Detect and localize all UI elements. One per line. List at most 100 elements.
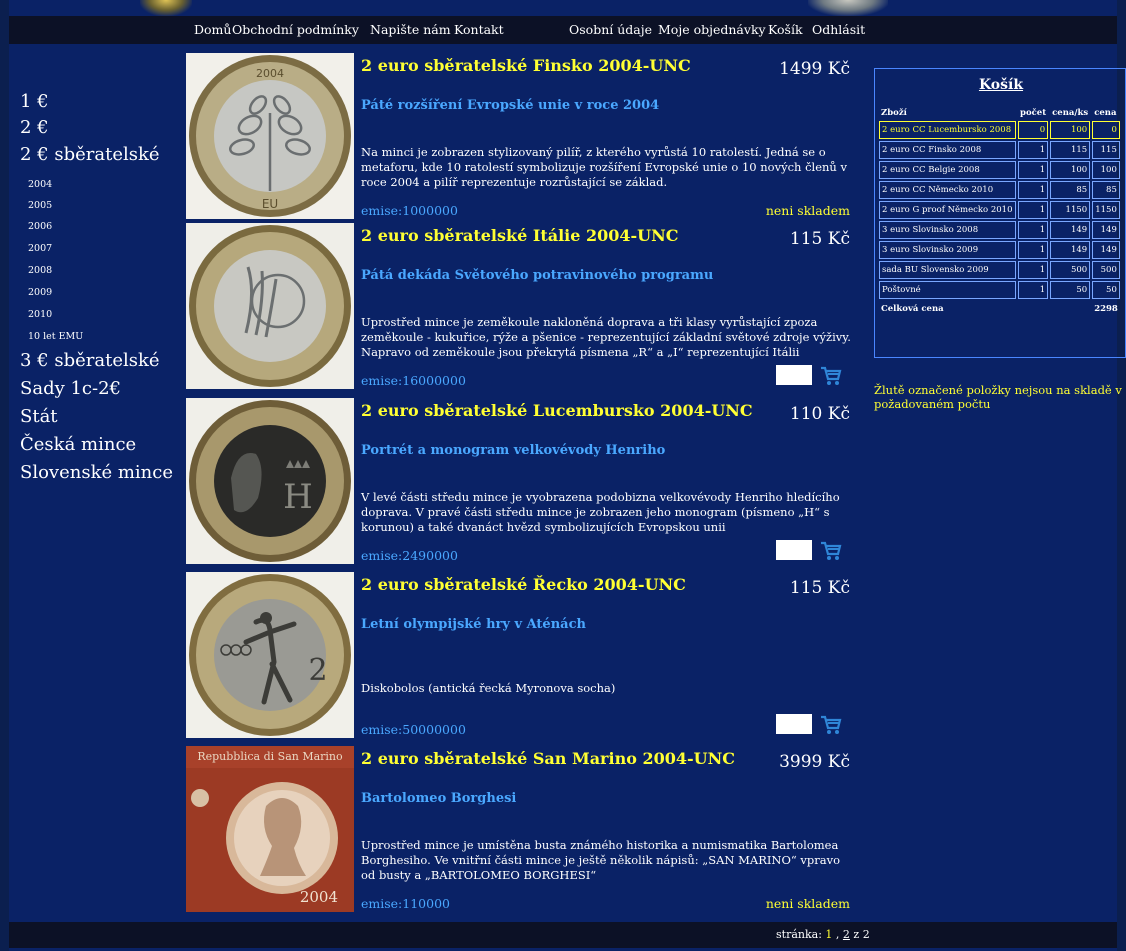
menu-year-2008[interactable]: 2008 [28,265,52,276]
menu-year-2005[interactable]: 2005 [28,200,52,211]
menu-year-2004[interactable]: 2004 [28,179,52,190]
product-finland: 2004 EU 2 euro sběratelské Finsko 2004-U… [186,53,856,228]
footer-bar [9,922,1117,948]
menu-item-3-euro-collector[interactable]: 3 € sběratelské [20,350,160,371]
add-to-cart-icon[interactable] [820,715,842,735]
product-description: Na minci je zobrazen stylizovaný pilíř, … [361,145,847,189]
pagination-page-2-link[interactable]: 2 [843,928,850,941]
coin-image-finland[interactable]: 2004 EU [186,53,354,219]
cart-cell-qty: 1 [1018,161,1049,179]
cart-cell-item: Poštovné [879,281,1016,299]
product-luxembourg: H 2 euro sběratelské Lucembursko 2004-UN… [186,398,856,573]
cart-row: sada BU Slovensko 2009 1 500 500 [879,261,1120,279]
menu-item-2-euro[interactable]: 2 € [20,117,49,138]
cart-cell-price: 500 [1092,261,1120,279]
cart-title[interactable]: Košík [875,77,1126,93]
cart-panel: Košík Zboží počet cena/ks cena 2 euro CC… [874,68,1126,358]
nav-orders-link[interactable]: Moje objednávky [658,22,766,37]
menu-item-sets[interactable]: Sady 1c-2€ [20,378,121,399]
cart-cell-item: 3 euro Slovinsko 2009 [879,241,1016,259]
add-to-cart-icon[interactable] [820,366,842,386]
product-description: Uprostřed mince je umístěna busta známéh… [361,838,841,882]
product-subtitle: Páté rozšíření Evropské unie v roce 2004 [361,98,660,113]
product-title[interactable]: 2 euro sběratelské San Marino 2004-UNC [361,749,735,768]
cart-row: 2 euro CC Lucembursko 2008 0 100 0 [879,121,1120,139]
cart-cell-unit-price: 149 [1050,241,1091,259]
product-italy: 2 euro sběratelské Itálie 2004-UNC 115 K… [186,223,856,398]
pagination-current-page: 1 [825,928,833,941]
cart-cell-unit-price: 1150 [1050,201,1091,219]
cart-row: 2 euro CC Finsko 2008 1 115 115 [879,141,1120,159]
product-title[interactable]: 2 euro sběratelské Itálie 2004-UNC [361,226,678,245]
cart-col-qty: počet [1020,108,1047,118]
cart-cell-qty: 1 [1018,201,1049,219]
cart-cell-qty: 1 [1018,281,1049,299]
cart-col-item: Zboží [881,108,907,118]
menu-item-2-euro-collector[interactable]: 2 € sběratelské [20,144,160,165]
coin-image-san-marino[interactable]: Repubblica di San Marino 2004 [186,746,354,912]
pagination-label: stránka: [776,928,822,941]
cart-col-unit: cena/ks [1052,108,1089,118]
product-title[interactable]: 2 euro sběratelské Řecko 2004-UNC [361,575,686,594]
menu-year-2010[interactable]: 2010 [28,309,52,320]
nav-personal-link[interactable]: Osobní údaje [569,22,652,37]
nav-contact-link[interactable]: Kontakt [454,22,504,37]
product-title[interactable]: 2 euro sběratelské Lucembursko 2004-UNC [361,401,753,420]
add-to-cart-icon[interactable] [820,541,842,561]
cart-cell-unit-price: 115 [1050,141,1091,159]
nav-logout-link[interactable]: Odhlásit [812,22,865,37]
nav-terms-link[interactable]: Obchodní podmínky [232,22,359,37]
menu-year-2009[interactable]: 2009 [28,287,52,298]
cart-col-price: cena [1094,108,1117,118]
product-subtitle: Bartolomeo Borghesi [361,791,517,806]
menu-item-slovak-coins[interactable]: Slovenské mince [20,462,173,483]
cart-cell-price: 100 [1092,161,1120,179]
product-out-of-stock: neni skladem [765,203,850,218]
product-description: Uprostřed mince je zeměkoule nakloněná d… [361,315,851,359]
cart-total-value: 2298 [1094,304,1118,314]
coin-value-text: 2 [308,653,327,688]
top-navigation-bar [9,16,1117,44]
cart-cell-price: 149 [1092,241,1120,259]
cart-table: Zboží počet cena/ks cena 2 euro CC Lucem… [877,105,1122,319]
coin-monogram-text: H [283,477,313,517]
menu-item-czech-coins[interactable]: Česká mince [20,434,136,455]
cart-cell-item: sada BU Slovensko 2009 [879,261,1016,279]
cart-cell-item: 2 euro G proof Německo 2010 [879,201,1016,219]
cart-row: 3 euro Slovinsko 2009 1 149 149 [879,241,1120,259]
cart-cell-unit-price: 100 [1050,121,1091,139]
menu-year-10-let-emu[interactable]: 10 let EMU [28,331,83,342]
coin-image-italy[interactable] [186,223,354,389]
cart-cell-price: 149 [1092,221,1120,239]
quantity-input[interactable] [776,365,812,385]
nav-home-link[interactable]: Domů [194,22,231,37]
coin-image-luxembourg[interactable]: H [186,398,354,564]
coin-eu-text: EU [262,197,278,211]
card-year-text: 2004 [300,888,338,906]
quantity-input[interactable] [776,714,812,734]
product-price: 3999 Kč [779,752,850,772]
cart-cell-qty: 1 [1018,181,1049,199]
cart-row: 2 euro CC Německo 2010 1 85 85 [879,181,1120,199]
menu-item-state[interactable]: Stát [20,406,58,427]
product-mintage: emise:1000000 [361,203,458,218]
coin-image-greece[interactable]: 2 [186,572,354,738]
nav-cart-link[interactable]: Košík [768,22,803,37]
cart-cell-qty: 0 [1018,121,1049,139]
cart-cell-unit-price: 50 [1050,281,1091,299]
cart-row: 2 euro CC Belgie 2008 1 100 100 [879,161,1120,179]
menu-item-1-euro[interactable]: 1 € [20,91,49,112]
header-coin-decoration-left [140,0,192,16]
product-greece: 2 2 euro sběratelské Řecko 2004-UNC 115 … [186,572,856,747]
menu-year-2007[interactable]: 2007 [28,243,52,254]
nav-write-link[interactable]: Napište nám [370,22,451,37]
quantity-input[interactable] [776,540,812,560]
menu-year-2006[interactable]: 2006 [28,221,52,232]
cart-cell-unit-price: 500 [1050,261,1091,279]
product-title[interactable]: 2 euro sběratelské Finsko 2004-UNC [361,56,691,75]
cart-cell-item: 2 euro CC Lucembursko 2008 [879,121,1016,139]
cart-cell-unit-price: 100 [1050,161,1091,179]
product-price: 115 Kč [789,578,850,598]
product-subtitle: Letní olympijské hry v Aténách [361,617,586,632]
cart-row: 3 euro Slovinsko 2008 1 149 149 [879,221,1120,239]
